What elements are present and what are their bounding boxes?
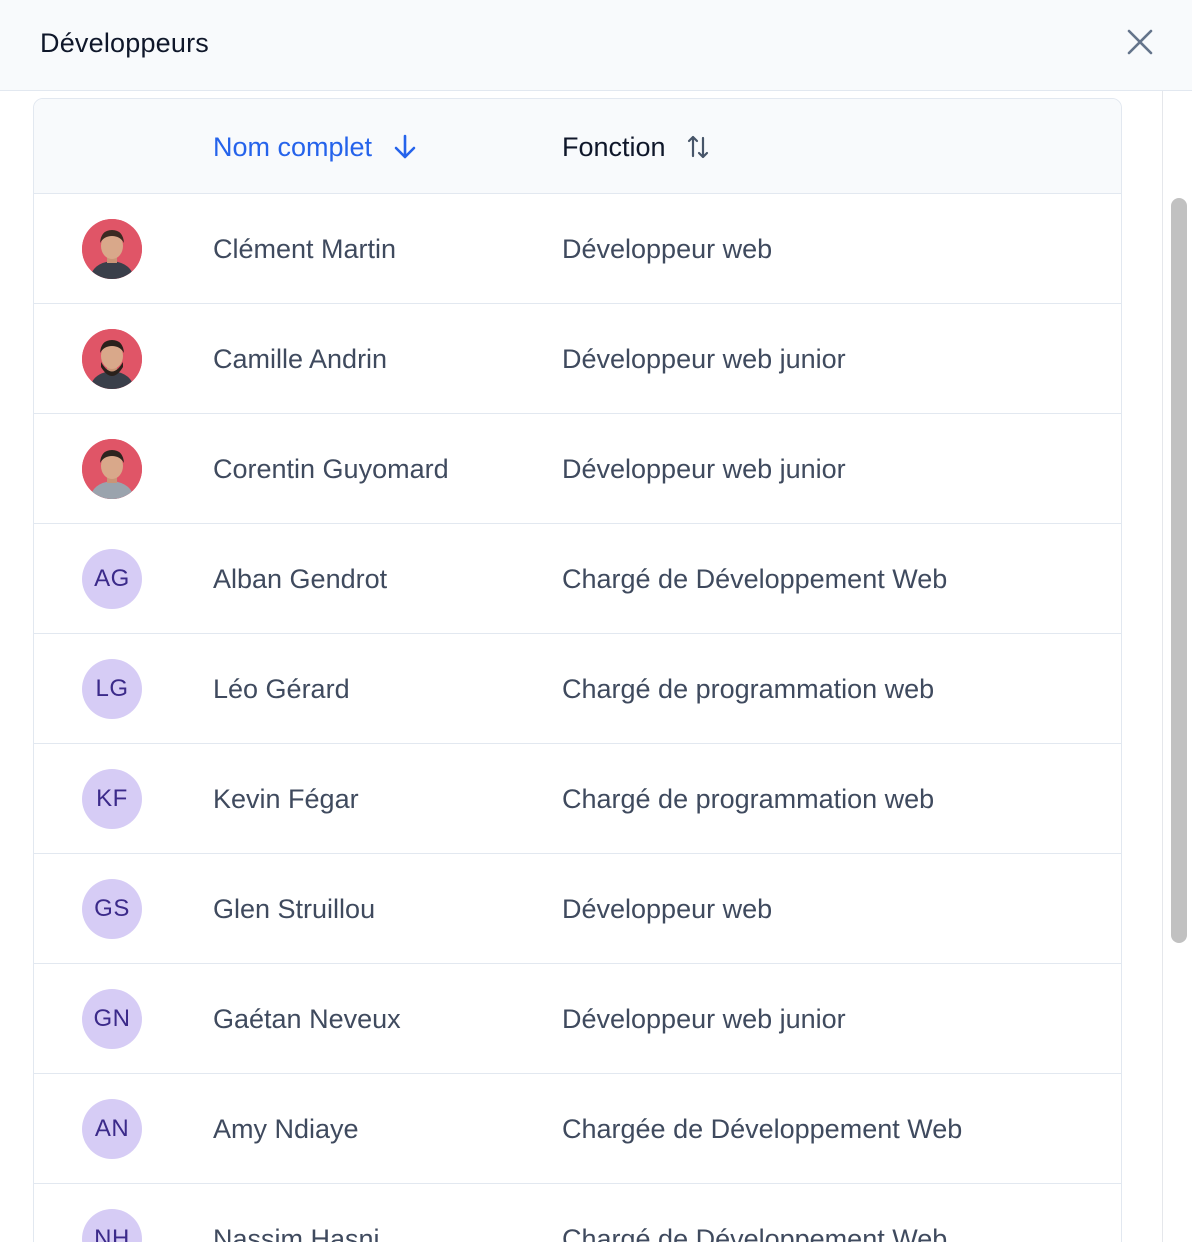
- developers-table: Nom complet Fonction Clément Martin Dével…: [33, 98, 1122, 1242]
- table-row[interactable]: KF Kevin Fégar Chargé de programmation web: [34, 744, 1121, 854]
- column-header-role[interactable]: Fonction: [562, 129, 710, 165]
- cell-function: Développeur web junior: [562, 454, 846, 484]
- avatar-photo: [82, 439, 142, 499]
- table-row[interactable]: GN Gaétan Neveux Développeur web junior: [34, 964, 1121, 1074]
- avatar-initials: LG: [82, 659, 142, 719]
- cell-full-name: Clément Martin: [213, 234, 397, 264]
- cell-function: Chargée de Développement Web: [562, 1114, 963, 1144]
- cell-function: Développeur web junior: [562, 1004, 846, 1034]
- table-row[interactable]: Corentin Guyomard Développeur web junior: [34, 414, 1121, 524]
- cell-function: Chargé de programmation web: [562, 784, 935, 814]
- avatar-initials: GN: [82, 989, 142, 1049]
- scrollbar[interactable]: [1162, 91, 1192, 1242]
- cell-full-name: Léo Gérard: [213, 674, 350, 704]
- arrow-down-icon: [392, 133, 418, 161]
- cell-full-name: Gaétan Neveux: [213, 1004, 401, 1034]
- close-button[interactable]: [1118, 20, 1162, 64]
- close-icon: [1127, 29, 1153, 55]
- table-row[interactable]: NH Nassim Hasni Chargé de Développement We…: [34, 1184, 1121, 1242]
- cell-full-name: Glen Struillou: [213, 894, 376, 924]
- table-body: Clément Martin Développeur web Camille And…: [34, 194, 1121, 1242]
- cell-function: Chargé de Développement Web: [562, 564, 948, 594]
- modal-header: Développeurs: [0, 0, 1192, 91]
- cell-full-name: Corentin Guyomard: [213, 454, 449, 484]
- cell-full-name: Alban Gendrot: [213, 564, 388, 594]
- avatar-photo: [82, 329, 142, 389]
- cell-full-name: Camille Andrin: [213, 344, 388, 374]
- scrollbar-thumb[interactable]: [1171, 198, 1187, 943]
- table-header: Nom complet Fonction: [34, 99, 1121, 194]
- table-row[interactable]: GS Glen Struillou Développeur web: [34, 854, 1121, 964]
- column-header-label: Nom complet: [213, 131, 373, 162]
- table-row[interactable]: AN Amy Ndiaye Chargée de Développement Web: [34, 1074, 1121, 1184]
- cell-function: Développeur web: [562, 894, 773, 924]
- cell-full-name: Kevin Fégar: [213, 784, 359, 814]
- table-row[interactable]: LG Léo Gérard Chargé de programmation web: [34, 634, 1121, 744]
- cell-function: Développeur web junior: [562, 344, 846, 374]
- column-header-label: Fonction: [562, 131, 666, 162]
- cell-function: Chargé de Développement Web: [562, 1224, 948, 1242]
- avatar-initials: KF: [82, 769, 142, 829]
- cell-full-name: Amy Ndiaye: [213, 1114, 359, 1144]
- cell-full-name: Nassim Hasni: [213, 1224, 380, 1242]
- avatar-initials: GS: [82, 879, 142, 939]
- table-row[interactable]: AG Alban Gendrot Chargé de Développement W…: [34, 524, 1121, 634]
- avatar-photo: [82, 219, 142, 279]
- sort-arrows-icon: [686, 132, 710, 162]
- column-header-name[interactable]: Nom complet: [213, 129, 418, 165]
- table-row[interactable]: Clément Martin Développeur web: [34, 194, 1121, 304]
- modal-title: Développeurs: [40, 28, 210, 58]
- cell-function: Développeur web: [562, 234, 773, 264]
- table-row[interactable]: Camille Andrin Développeur web junior: [34, 304, 1121, 414]
- avatar-initials: AG: [82, 549, 142, 609]
- avatar-initials: AN: [82, 1099, 142, 1159]
- avatar-initials: NH: [82, 1209, 142, 1242]
- modal-body: Nom complet Fonction Clément Martin Dével…: [0, 91, 1162, 1242]
- cell-function: Chargé de programmation web: [562, 674, 935, 704]
